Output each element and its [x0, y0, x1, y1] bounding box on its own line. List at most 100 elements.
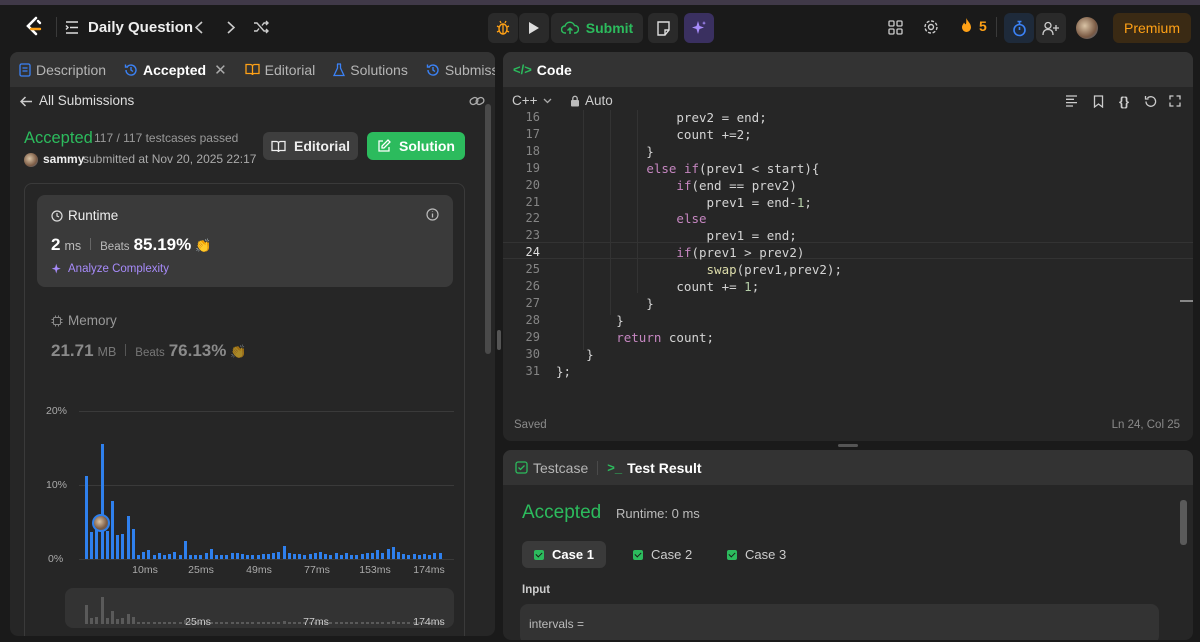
back-arrow-icon[interactable]: [18, 93, 34, 109]
runtime-bar[interactable]: [282, 546, 286, 559]
runtime-bar[interactable]: [412, 553, 416, 559]
runtime-bar[interactable]: [251, 554, 255, 559]
runtime-bar[interactable]: [199, 554, 203, 559]
submit-button[interactable]: Submit: [551, 13, 643, 43]
runtime-bar[interactable]: [345, 553, 348, 559]
runtime-bar[interactable]: [131, 529, 135, 559]
runtime-bar[interactable]: [402, 553, 406, 559]
runtime-bar[interactable]: [95, 529, 99, 559]
runtime-bar[interactable]: [376, 550, 380, 559]
close-tab-icon[interactable]: ✕: [214, 61, 227, 79]
tab-test-result[interactable]: >_ Test Result: [598, 450, 710, 485]
runtime-bar[interactable]: [105, 530, 109, 559]
code-line[interactable]: };: [556, 364, 571, 379]
info-icon[interactable]: [424, 206, 440, 222]
runtime-bar[interactable]: [209, 549, 213, 559]
runtime-bar[interactable]: [220, 554, 224, 559]
editorial-button[interactable]: Editorial: [263, 132, 358, 160]
autocomplete-mode[interactable]: Auto: [570, 93, 613, 108]
settings-gear-icon[interactable]: [922, 18, 940, 36]
code-line[interactable]: else if(prev1 < start){: [556, 161, 819, 176]
bookmark-icon[interactable]: [1089, 92, 1107, 110]
runtime-bar[interactable]: [272, 553, 276, 559]
fullscreen-expand-icon[interactable]: [1166, 92, 1184, 110]
runtime-bar[interactable]: [90, 532, 94, 559]
case-tab-1[interactable]: Case 1: [522, 541, 606, 568]
share-link-icon[interactable]: [468, 93, 486, 109]
runtime-bar[interactable]: [438, 553, 442, 559]
runtime-bar[interactable]: [194, 554, 198, 559]
code-line[interactable]: prev1 = end;: [556, 228, 797, 243]
runtime-card[interactable]: Runtime 2 ms Beats 85.19% 👏 Analyze Comp…: [37, 195, 453, 287]
shuffle-icon[interactable]: [251, 18, 271, 36]
tab-description[interactable]: Description: [10, 52, 115, 87]
runtime-bar[interactable]: [189, 554, 192, 559]
code-line[interactable]: }: [556, 296, 654, 311]
run-play-icon[interactable]: [519, 13, 549, 43]
ai-sparkle-icon[interactable]: [684, 13, 714, 43]
runtime-bar[interactable]: [142, 552, 146, 559]
code-line[interactable]: if(end == prev2): [556, 178, 796, 193]
runtime-bar[interactable]: [381, 553, 385, 559]
runtime-bar[interactable]: [261, 553, 265, 559]
runtime-bar[interactable]: [277, 552, 281, 559]
runtime-bar[interactable]: [397, 551, 400, 559]
runtime-bar[interactable]: [246, 554, 250, 559]
timer-stopwatch-icon[interactable]: [1004, 13, 1034, 43]
runtime-bar[interactable]: [111, 501, 114, 559]
runtime-bar[interactable]: [178, 554, 182, 559]
console-scrollbar[interactable]: [1180, 500, 1187, 545]
runtime-bar[interactable]: [386, 548, 390, 559]
runtime-bar[interactable]: [116, 535, 120, 559]
add-friend-icon[interactable]: [1036, 13, 1066, 43]
code-line[interactable]: prev1 = end-1;: [556, 195, 812, 210]
runtime-bar[interactable]: [329, 554, 333, 559]
code-line[interactable]: count +=2;: [556, 127, 751, 142]
runtime-bar[interactable]: [137, 554, 140, 559]
runtime-bar[interactable]: [339, 554, 343, 559]
runtime-bar[interactable]: [423, 553, 426, 559]
problem-list-title[interactable]: Daily Question: [88, 19, 193, 36]
runtime-bar[interactable]: [355, 554, 359, 559]
code-line[interactable]: swap(prev1,prev2);: [556, 262, 842, 277]
all-submissions-link[interactable]: All Submissions: [39, 93, 134, 108]
runtime-bar[interactable]: [360, 553, 364, 559]
runtime-bar[interactable]: [417, 554, 421, 559]
runtime-bar[interactable]: [428, 554, 432, 559]
runtime-bar[interactable]: [157, 553, 161, 559]
runtime-bar[interactable]: [334, 553, 338, 559]
layout-grid-icon[interactable]: [886, 18, 904, 36]
runtime-bar[interactable]: [293, 553, 296, 559]
code-line[interactable]: }: [556, 347, 594, 362]
your-submission-marker[interactable]: [92, 513, 110, 532]
case-tab-2[interactable]: Case 2: [621, 541, 704, 568]
runtime-bar[interactable]: [319, 552, 322, 559]
tab-submissions[interactable]: Submissio: [417, 52, 495, 87]
runtime-bar[interactable]: [350, 554, 354, 559]
runtime-bar[interactable]: [365, 553, 369, 559]
streak-counter[interactable]: 5: [960, 17, 987, 34]
input-box[interactable]: intervals =: [520, 604, 1159, 640]
submitter-name[interactable]: sammy: [43, 152, 84, 166]
runtime-bar[interactable]: [204, 553, 208, 559]
runtime-bar[interactable]: [215, 555, 218, 559]
premium-button[interactable]: Premium: [1113, 13, 1191, 43]
runtime-bar[interactable]: [407, 554, 411, 559]
debug-bug-icon[interactable]: [488, 13, 518, 43]
tab-code[interactable]: </> Code: [503, 52, 581, 87]
runtime-bar[interactable]: [313, 553, 317, 559]
runtime-bar[interactable]: [85, 476, 88, 559]
braces-icon[interactable]: {}: [1114, 92, 1134, 110]
runtime-bar[interactable]: [183, 541, 187, 559]
runtime-bar[interactable]: [163, 555, 166, 559]
code-line[interactable]: }: [556, 144, 654, 159]
runtime-bar[interactable]: [100, 443, 104, 559]
horizontal-splitter-handle[interactable]: [838, 444, 858, 447]
runtime-bar[interactable]: [433, 553, 437, 559]
format-lines-icon[interactable]: [1062, 92, 1080, 110]
prev-question-chevron-icon[interactable]: [190, 18, 208, 36]
language-select[interactable]: C++: [512, 93, 552, 108]
reset-undo-icon[interactable]: [1141, 92, 1159, 110]
runtime-bar[interactable]: [371, 553, 374, 559]
runtime-bar[interactable]: [324, 553, 328, 559]
